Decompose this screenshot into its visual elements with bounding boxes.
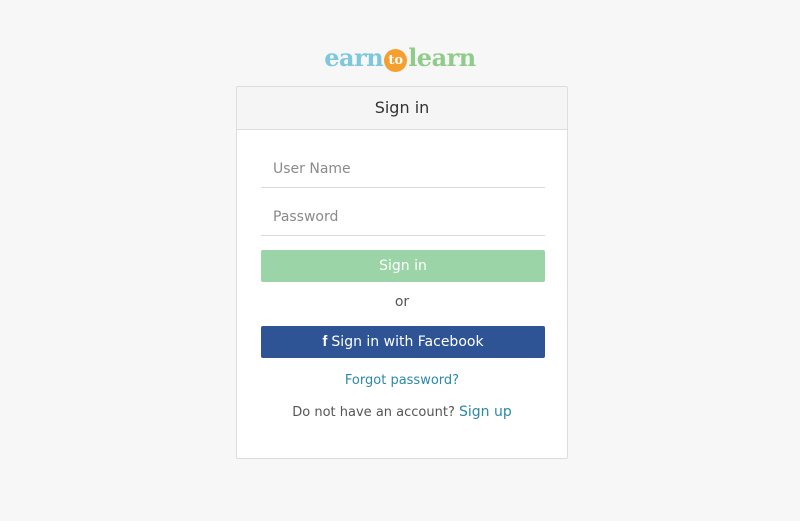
no-account-text: Do not have an account? [292,405,455,420]
signup-row: Do not have an account? Sign up [237,404,567,420]
logo-earn-text: earn [324,43,384,72]
signin-panel: Sign in Sign in or fSign in with Faceboo… [236,86,568,459]
username-input[interactable] [261,150,545,188]
earn-to-learn-logo: earn to learn [0,44,800,72]
facebook-icon: f [322,333,328,350]
logo-to-badge: to [384,49,408,72]
facebook-signin-button[interactable]: f Sign in with Facebook [261,326,545,358]
panel-title: Sign in [237,87,567,130]
password-input[interactable] [261,198,545,236]
facebook-signin-label: Sign in with Facebook [331,334,484,350]
logo-learn-text: learn [408,43,476,72]
or-divider-text: or [394,294,410,310]
signup-link[interactable]: Sign up [459,404,512,420]
signin-button[interactable]: Sign in [261,250,545,282]
forgot-password-link[interactable]: Forgot password? [237,373,567,388]
